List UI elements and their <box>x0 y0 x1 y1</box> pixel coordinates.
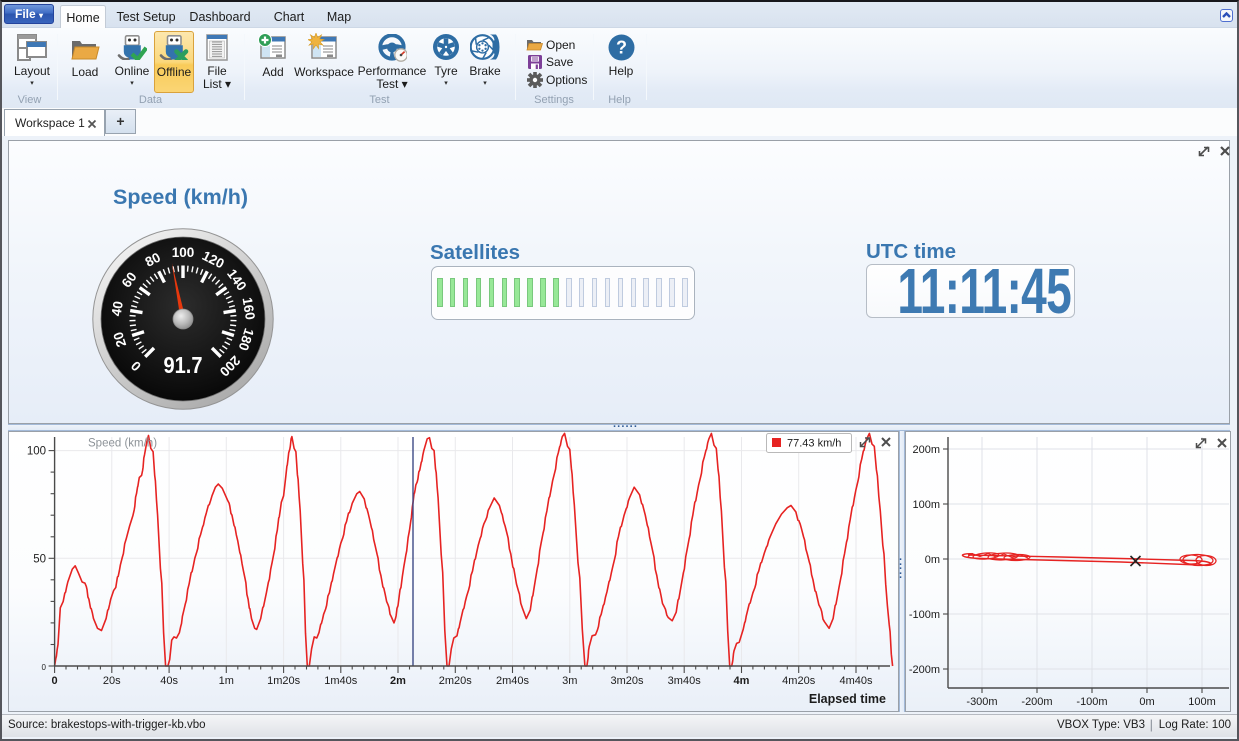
svg-text:50: 50 <box>33 553 46 565</box>
svg-text:100m: 100m <box>912 499 940 511</box>
svg-text:-300m: -300m <box>966 696 997 708</box>
svg-text:0m: 0m <box>1139 696 1154 708</box>
svg-text:3m: 3m <box>562 675 577 687</box>
svg-text:-200m: -200m <box>909 664 940 676</box>
svg-text:100m: 100m <box>1188 696 1216 708</box>
svg-text:3m20s: 3m20s <box>610 675 644 687</box>
svg-text:2m20s: 2m20s <box>439 675 473 687</box>
svg-text:-100m: -100m <box>1076 696 1107 708</box>
svg-text:91.7: 91.7 <box>164 352 203 378</box>
svg-text:77.43 km/h: 77.43 km/h <box>787 438 841 450</box>
svg-text:Elapsed time: Elapsed time <box>809 692 886 706</box>
svg-text:4m40s: 4m40s <box>839 675 873 687</box>
svg-text:40: 40 <box>109 300 126 317</box>
svg-text:4m: 4m <box>734 675 750 687</box>
svg-text:Speed (km/h): Speed (km/h) <box>88 438 157 450</box>
svg-text:0: 0 <box>42 663 47 672</box>
svg-text:-100m: -100m <box>909 609 940 621</box>
svg-text:1m: 1m <box>219 675 234 687</box>
svg-text:1m40s: 1m40s <box>324 675 358 687</box>
svg-text:?: ? <box>616 38 627 58</box>
svg-text:100: 100 <box>27 446 46 458</box>
svg-text:0m: 0m <box>925 554 940 566</box>
svg-text:2m: 2m <box>390 675 406 687</box>
svg-text:40s: 40s <box>160 675 178 687</box>
svg-text:-200m: -200m <box>1021 696 1052 708</box>
svg-text:1m20s: 1m20s <box>267 675 301 687</box>
svg-text:100: 100 <box>172 245 195 260</box>
svg-text:20s: 20s <box>103 675 121 687</box>
svg-text:3m40s: 3m40s <box>668 675 702 687</box>
svg-text:4m20s: 4m20s <box>782 675 816 687</box>
svg-text:200m: 200m <box>912 444 940 456</box>
svg-text:0: 0 <box>52 675 58 687</box>
svg-text:2m40s: 2m40s <box>496 675 530 687</box>
